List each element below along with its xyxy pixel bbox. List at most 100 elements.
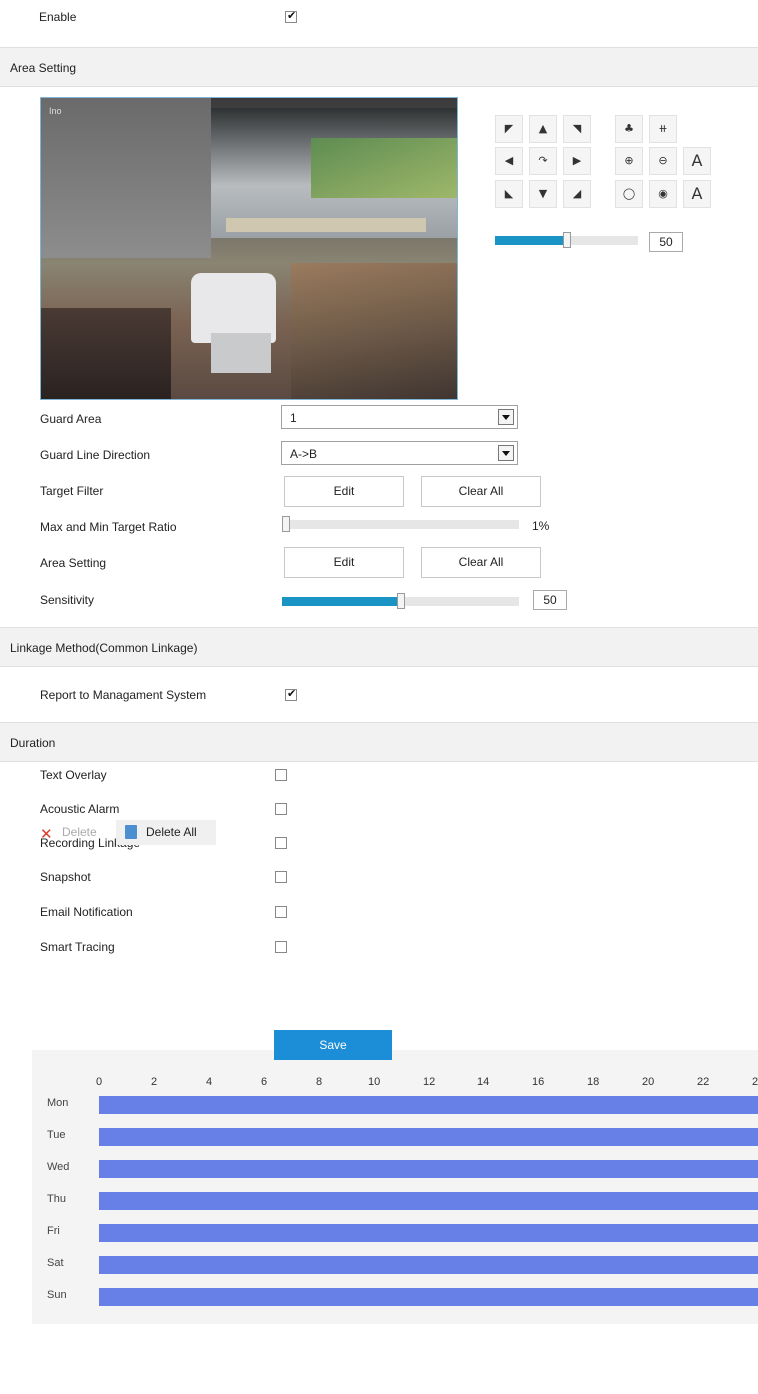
guard-line-direction-value: A->B: [290, 447, 318, 461]
schedule-bar[interactable]: [99, 1192, 758, 1210]
chevron-down-icon[interactable]: [498, 445, 514, 461]
schedule-hour-label: 6: [261, 1076, 268, 1088]
schedule-day-label: Thu: [47, 1193, 66, 1205]
linkage-label: Acoustic Alarm: [40, 802, 120, 816]
linkage-checkbox[interactable]: [275, 803, 287, 815]
target-ratio-slider[interactable]: [282, 516, 519, 532]
enable-label: Enable: [39, 10, 77, 24]
schedule-hour-label: 20: [642, 1076, 655, 1088]
video-preview[interactable]: Ino: [40, 97, 458, 400]
linkage-checkbox[interactable]: [275, 871, 287, 883]
area-setting-title: Area Setting: [10, 61, 77, 75]
schedule-bar[interactable]: [99, 1288, 758, 1306]
linkage-checkbox[interactable]: [275, 769, 287, 781]
schedule-hour-label: 10: [368, 1076, 381, 1088]
ptz-down-right-icon[interactable]: ◢: [563, 180, 591, 208]
target-filter-edit-button[interactable]: Edit: [284, 476, 404, 507]
sensitivity-slider[interactable]: [282, 593, 519, 609]
schedule-grid[interactable]: [32, 1050, 758, 1324]
ptz-down-left-icon[interactable]: ◣: [495, 180, 523, 208]
area-setting-label: Area Setting: [40, 556, 107, 570]
area-setting-edit-button[interactable]: Edit: [284, 547, 404, 578]
sensitivity-fill: [282, 597, 401, 606]
trash-icon: [125, 825, 137, 839]
ptz-speed-thumb[interactable]: [563, 232, 571, 248]
linkage-label: Text Overlay: [40, 768, 107, 782]
guard-line-direction-label: Guard Line Direction: [40, 448, 151, 462]
area-setting-clear-button[interactable]: Clear All: [421, 547, 541, 578]
ptz-iris-open-icon[interactable]: ◯: [615, 180, 643, 208]
ptz-up-icon[interactable]: ▲: [529, 115, 557, 143]
delete-all-label: Delete All: [146, 825, 197, 839]
chevron-down-icon[interactable]: [498, 409, 514, 425]
ptz-speed-value[interactable]: 50: [649, 232, 683, 252]
delete-all-button[interactable]: Delete All: [116, 820, 216, 845]
ptz-up-left-icon[interactable]: ◤: [495, 115, 523, 143]
target-ratio-thumb[interactable]: [282, 516, 290, 532]
video-overlay-text: Ino: [49, 106, 62, 116]
guard-area-label: Guard Area: [40, 412, 102, 426]
schedule-bar[interactable]: [99, 1224, 758, 1242]
ptz-down-icon[interactable]: ▼: [529, 180, 557, 208]
schedule-hour-label: 4: [206, 1076, 213, 1088]
schedule-bar[interactable]: [99, 1256, 758, 1274]
ptz-focus-near-icon[interactable]: ♣: [615, 115, 643, 143]
schedule-hour-label: 0: [96, 1076, 103, 1088]
target-ratio-value: 1%: [532, 519, 550, 533]
linkage-checkbox[interactable]: [275, 906, 287, 918]
sensitivity-label: Sensitivity: [40, 593, 95, 607]
schedule-hour-label: 2: [151, 1076, 158, 1088]
duration-title: Duration: [10, 736, 56, 750]
duration-header: Duration: [0, 722, 758, 762]
target-ratio-label: Max and Min Target Ratio: [40, 520, 177, 534]
ptz-zoom-out-icon[interactable]: ⊖: [649, 147, 677, 175]
enable-checkbox[interactable]: [285, 9, 297, 23]
ptz-auto-iris-icon[interactable]: A: [683, 180, 711, 208]
linkage-title: Linkage Method(Common Linkage): [10, 641, 198, 655]
linkage-label: Snapshot: [40, 870, 91, 884]
ptz-zoom-in-icon[interactable]: ⊕: [615, 147, 643, 175]
linkage-checkbox[interactable]: [275, 837, 287, 849]
guard-area-select[interactable]: 1: [281, 405, 518, 429]
guard-line-direction-select[interactable]: A->B: [281, 441, 518, 465]
ptz-auto-focus-icon[interactable]: A: [683, 147, 711, 175]
ptz-iris-close-icon[interactable]: ◉: [649, 180, 677, 208]
guard-area-value: 1: [290, 411, 297, 425]
target-filter-clear-button[interactable]: Clear All: [421, 476, 541, 507]
delete-button[interactable]: Delete: [62, 825, 97, 839]
schedule-hour-label: 22: [697, 1076, 710, 1088]
target-filter-label: Target Filter: [40, 484, 104, 498]
schedule-hour-label: 8: [316, 1076, 323, 1088]
ptz-auto-pan-icon[interactable]: ↷: [529, 147, 557, 175]
linkage-label: Email Notification: [40, 905, 133, 919]
schedule-hour-label: 18: [587, 1076, 600, 1088]
ptz-right-icon[interactable]: ▶: [563, 147, 591, 175]
ptz-focus-far-icon[interactable]: ⧺: [649, 115, 677, 143]
linkage-checkbox[interactable]: [275, 941, 287, 953]
area-setting-header: Area Setting: [0, 47, 758, 87]
ptz-speed-slider[interactable]: [495, 232, 638, 248]
close-icon[interactable]: ✕: [40, 825, 53, 843]
save-button[interactable]: Save: [274, 1030, 392, 1060]
schedule-day-label: Sun: [47, 1289, 67, 1301]
schedule-bar[interactable]: [99, 1096, 758, 1114]
ptz-left-icon[interactable]: ◀: [495, 147, 523, 175]
schedule-day-label: Mon: [47, 1097, 69, 1109]
schedule-day-label: Fri: [47, 1225, 60, 1237]
sensitivity-thumb[interactable]: [397, 593, 405, 609]
schedule-hour-label: 24: [752, 1076, 758, 1088]
ptz-speed-fill: [495, 236, 567, 245]
schedule-day-label: Wed: [47, 1161, 70, 1173]
schedule-hour-label: 14: [477, 1076, 490, 1088]
linkage-checkbox[interactable]: [285, 687, 297, 701]
linkage-label: Smart Tracing: [40, 940, 115, 954]
sensitivity-value[interactable]: 50: [533, 590, 567, 610]
schedule-day-label: Sat: [47, 1257, 64, 1269]
linkage-label: Report to Managament System: [40, 688, 207, 702]
schedule-hour-label: 12: [423, 1076, 436, 1088]
schedule-hour-label: 16: [532, 1076, 545, 1088]
ptz-up-right-icon[interactable]: ◥: [563, 115, 591, 143]
schedule-bar[interactable]: [99, 1160, 758, 1178]
schedule-bar[interactable]: [99, 1128, 758, 1146]
schedule-day-label: Tue: [47, 1129, 66, 1141]
